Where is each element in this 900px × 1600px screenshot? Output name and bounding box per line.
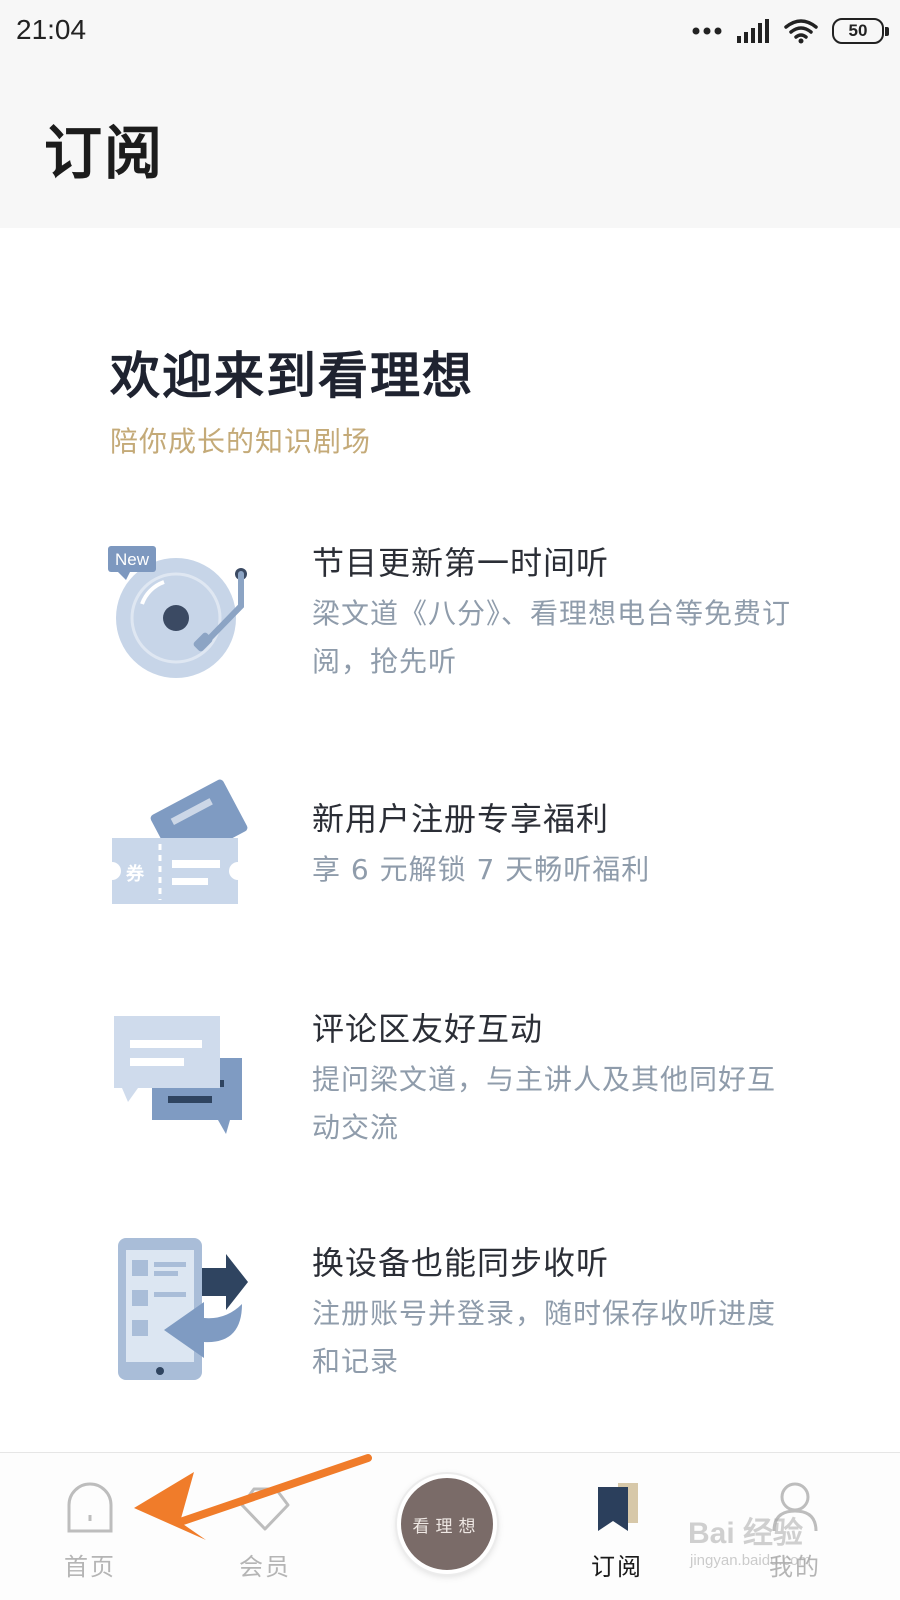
ticket-coupon-icon: 券 (108, 779, 248, 904)
status-bar: 21:04 50 (0, 0, 900, 62)
feature-title: 评论区友好互动 (312, 1010, 544, 1048)
wifi-icon (784, 19, 818, 44)
page-title: 订阅 (44, 119, 165, 187)
feature-description: 享 6 元解锁 7 天畅听福利 (312, 853, 651, 886)
more-dots-icon (692, 27, 722, 35)
tab-member[interactable]: 会员 (205, 1453, 325, 1600)
watermark-url: jingyan.baidu.com (690, 1552, 811, 1569)
welcome-subtitle: 陪你成长的知识剧场 (110, 425, 372, 458)
tab-label: 会员 (239, 1553, 291, 1581)
signal-icon (737, 19, 769, 43)
page-header: 订阅 (0, 62, 900, 228)
new-badge: New (115, 550, 150, 569)
feature-description: 梁文道《八分》、看理想电台等免费订阅，抢先听 (312, 597, 792, 678)
center-logo-button[interactable]: 看理想 (397, 1474, 497, 1574)
tab-label: 首页 (64, 1553, 116, 1581)
chat-bubbles-icon (114, 1016, 242, 1134)
diamond-icon (240, 1487, 290, 1531)
feature-title: 换设备也能同步收听 (312, 1244, 610, 1282)
feature-description: 提问梁文道，与主讲人及其他同好互动交流 (312, 1063, 777, 1144)
tab-subscribe[interactable]: 订阅 (557, 1453, 677, 1600)
feature-title: 节目更新第一时间听 (312, 544, 610, 582)
tab-home[interactable]: 首页 (30, 1453, 150, 1600)
feature-title: 新用户注册专享福利 (312, 800, 610, 838)
center-logo-label: 看理想 (412, 1516, 482, 1537)
home-arch-icon (67, 1482, 113, 1533)
watermark: Bai 经验 (688, 1517, 804, 1550)
status-time: 21:04 (16, 14, 87, 45)
device-sync-icon (118, 1238, 248, 1380)
feature-description: 注册账号并登录，随时保存收听进度和记录 (312, 1297, 777, 1378)
status-icons: 50 (692, 14, 889, 48)
bookmark-icon (598, 1483, 638, 1531)
coupon-label: 券 (125, 863, 145, 885)
battery-indicator: 50 (832, 18, 889, 44)
tab-label: 订阅 (591, 1553, 643, 1581)
welcome-title: 欢迎来到看理想 (110, 346, 474, 405)
battery-level: 50 (848, 21, 868, 40)
record-player-icon: New (108, 546, 247, 678)
